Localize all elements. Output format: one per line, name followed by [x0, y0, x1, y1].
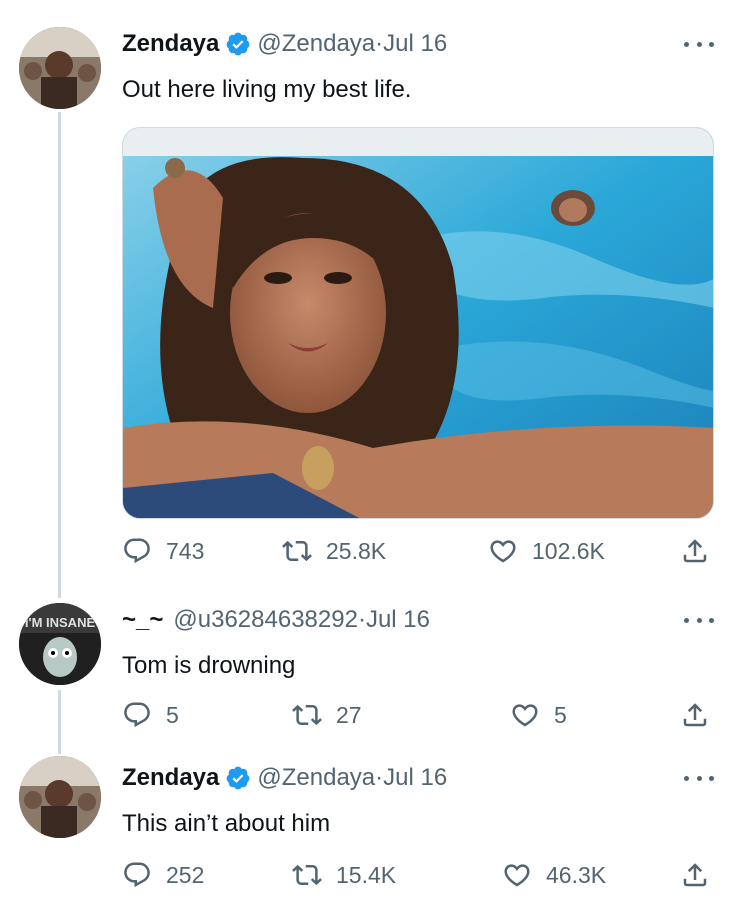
retweet-count: 25.8K — [326, 537, 387, 564]
share-icon — [683, 703, 707, 727]
more-icon[interactable] — [684, 34, 714, 54]
tweet-header: Zendaya @Zendaya · Jul 16 — [122, 764, 447, 792]
timestamp[interactable]: Jul 16 — [383, 30, 447, 58]
tweet-header: ~_~ @u36284638292 · Jul 16 — [122, 606, 430, 634]
display-name[interactable]: Zendaya — [122, 30, 219, 58]
like-button[interactable]: 46.3K — [502, 860, 606, 890]
timestamp[interactable]: Jul 16 — [383, 764, 447, 792]
retweet-icon — [292, 704, 322, 726]
like-count: 5 — [554, 701, 567, 728]
more-icon[interactable] — [684, 610, 714, 630]
retweet-count: 27 — [336, 701, 362, 728]
tweet-actions: 743 25.8K 102.6K — [122, 536, 722, 576]
retweet-icon — [292, 864, 322, 886]
avatar[interactable]: I'M INSANE — [19, 603, 101, 685]
share-icon — [683, 863, 707, 887]
reply-count: 252 — [166, 861, 205, 888]
like-icon — [512, 704, 538, 727]
separator: · — [375, 30, 384, 57]
tweet-header: Zendaya @Zendaya · Jul 16 — [122, 30, 447, 58]
reply-button[interactable]: 743 — [122, 536, 204, 566]
tweet[interactable]: Zendaya @Zendaya · Jul 16 Out here livin… — [0, 0, 750, 600]
tweet-photo[interactable] — [122, 127, 714, 519]
retweet-icon — [282, 540, 312, 562]
like-icon — [490, 540, 516, 563]
display-name[interactable]: Zendaya — [122, 764, 219, 792]
retweet-button[interactable]: 25.8K — [282, 536, 386, 566]
retweet-count: 15.4K — [336, 861, 397, 888]
reply-icon — [124, 538, 150, 564]
reply-icon — [124, 862, 150, 888]
separator: · — [357, 606, 366, 633]
share-button[interactable] — [680, 700, 710, 730]
reply-icon — [124, 702, 150, 728]
reply-button[interactable]: 5 — [122, 700, 179, 730]
handle[interactable]: @Zendaya — [257, 30, 375, 58]
reply-count: 743 — [166, 537, 205, 564]
retweet-button[interactable]: 15.4K — [292, 860, 396, 890]
share-button[interactable] — [680, 536, 710, 566]
verified-badge-icon — [226, 766, 250, 790]
reply-count: 5 — [166, 701, 179, 728]
like-button[interactable]: 102.6K — [488, 536, 605, 566]
tweet-text: Out here living my best life. — [122, 76, 412, 103]
more-icon[interactable] — [684, 768, 714, 788]
like-button[interactable]: 5 — [510, 700, 567, 730]
tweet-text: This ain’t about him — [122, 810, 331, 837]
avatar[interactable] — [19, 27, 101, 109]
avatar-caption: I'M INSANE — [25, 615, 96, 630]
like-icon — [504, 864, 530, 887]
tweet-actions: 252 15.4K 46.3K — [122, 860, 722, 900]
tweet[interactable]: Zendaya @Zendaya · Jul 16 This ain’t abo… — [0, 750, 750, 921]
reply-button[interactable]: 252 — [122, 860, 204, 890]
verified-badge-icon — [226, 32, 250, 56]
retweet-button[interactable]: 27 — [292, 700, 362, 730]
display-name[interactable]: ~_~ — [122, 606, 163, 634]
tweet[interactable]: I'M INSANE ~_~ @u36284638292 · Jul 16 To… — [0, 600, 750, 750]
timestamp[interactable]: Jul 16 — [366, 606, 430, 634]
handle[interactable]: @Zendaya — [257, 764, 375, 792]
like-count: 46.3K — [546, 861, 607, 888]
share-icon — [683, 539, 707, 563]
share-button[interactable] — [680, 860, 710, 890]
tweet-actions: 5 27 5 — [122, 700, 722, 740]
like-count: 102.6K — [532, 537, 605, 564]
separator: · — [375, 764, 384, 791]
handle[interactable]: @u36284638292 — [173, 606, 358, 634]
tweet-text: Tom is drowning — [122, 652, 296, 679]
avatar[interactable] — [19, 756, 101, 838]
